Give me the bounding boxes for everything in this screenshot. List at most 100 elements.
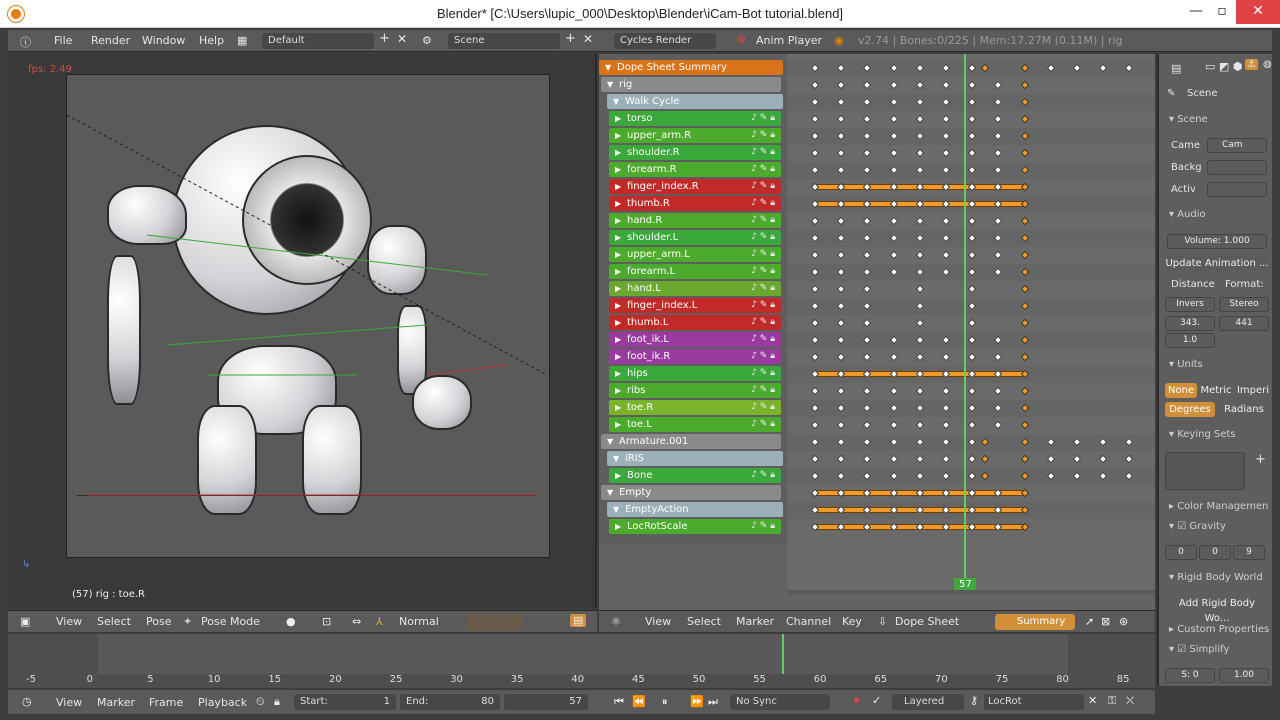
keyframe[interactable] [994,216,1003,226]
channel-row[interactable]: ▶ foot_ik.R ♪ ✎ 🔒︎ [609,349,781,364]
keyframe[interactable] [981,471,990,481]
keyframe[interactable] [915,131,925,141]
keyframe[interactable] [889,420,898,430]
keyframe[interactable] [889,403,898,413]
expand-icon[interactable]: ▶ [615,298,621,313]
keyframe[interactable] [967,165,977,175]
channel-row[interactable]: ▶ toe.L ♪ ✎ 🔒︎ [609,417,781,432]
expand-icon[interactable]: ▶ [615,366,621,381]
keyframe[interactable] [941,471,951,481]
radians-button[interactable]: Radians [1219,402,1269,417]
keyframe[interactable] [863,216,872,226]
next-key-icon[interactable]: ⏩ [690,695,704,708]
vp-menu-select[interactable]: Select [97,615,131,628]
keyframe[interactable] [1125,454,1134,464]
expand-icon[interactable]: ▶ [615,400,621,415]
keyframe[interactable] [836,250,846,260]
keyframe[interactable] [810,420,820,430]
orientation-selector[interactable]: Normal [399,615,439,628]
keying-sets-header[interactable]: ▾ Keying Sets [1169,429,1236,440]
keyframe[interactable] [994,97,1003,107]
keyframe-row[interactable] [787,383,1155,400]
props-editor-icon[interactable]: ▤ [1171,62,1181,75]
channel-row[interactable]: ▶ torso ♪ ✎ 🔒︎ [609,111,781,126]
channel-mute-lock-icon[interactable]: ♪ ✎ 🔒︎ [751,264,775,279]
keyframe[interactable] [1098,63,1108,73]
keyframe[interactable] [1020,454,1029,464]
keyframe[interactable] [1020,352,1029,362]
keyframe[interactable] [1020,80,1029,90]
keyframe[interactable] [994,131,1003,141]
keyframe[interactable] [889,233,898,243]
keyframe[interactable] [889,335,898,345]
keyframe-row[interactable] [787,417,1155,434]
keyframe[interactable] [810,318,820,328]
keyframe[interactable] [836,165,846,175]
keyframe[interactable] [915,216,925,226]
keyframe[interactable] [836,131,846,141]
keyframe[interactable] [1020,233,1029,243]
keyframe[interactable] [889,80,898,90]
keyframe[interactable] [863,420,872,430]
filter-icon[interactable]: ⊛ [1119,615,1128,628]
keyframe[interactable] [967,318,977,328]
keyframe[interactable] [967,420,977,430]
keyframe[interactable] [981,437,990,447]
rigid-world-header[interactable]: ▾ Rigid Body World [1169,572,1263,583]
keyframe-row[interactable] [787,247,1155,264]
close-button[interactable]: ✕ [1236,0,1280,24]
volume-field[interactable]: Volume: 1.000 [1167,234,1267,249]
scene-tab-icon[interactable]: ⚓ [1245,59,1258,70]
remove-layout-icon[interactable]: ✕ [397,32,407,46]
keyframe-row[interactable] [787,145,1155,162]
keyframe[interactable] [994,352,1003,362]
channel-mute-lock-icon[interactable]: ♪ ✎ 🔒︎ [751,349,775,364]
keyframe[interactable] [967,267,977,277]
expand-icon[interactable]: ▶ [615,383,621,398]
channel-row[interactable]: ▶ finger_index.R ♪ ✎ 🔒︎ [609,179,781,194]
scene-selector[interactable]: Scene [448,33,560,49]
lock-camera-icon[interactable]: ▤ [570,614,587,627]
keyframe[interactable] [889,165,898,175]
keyframe[interactable] [863,250,872,260]
simplify-subdiv-field[interactable]: S: 0 [1165,668,1215,683]
keyframe[interactable] [836,216,846,226]
keyframe[interactable] [967,352,977,362]
keyframe[interactable] [941,403,951,413]
keyframe[interactable] [863,80,872,90]
keyframe-row[interactable] [787,230,1155,247]
expand-icon[interactable]: ▼ [605,60,611,75]
keyframe[interactable] [863,301,872,311]
current-frame-field[interactable]: 57 [504,694,588,710]
keyframe[interactable] [836,63,846,73]
end-frame-field[interactable]: End: 80 [400,694,500,710]
keyframe[interactable] [1020,165,1029,175]
gravity-y-field[interactable]: 0 [1199,545,1231,560]
tl-menu-view[interactable]: View [56,696,82,709]
start-frame-field[interactable]: Start: 1 [294,694,396,710]
add-keying-set-icon[interactable]: + [1255,452,1266,467]
units-metric-button[interactable]: Metric [1199,383,1233,398]
keyframe[interactable] [941,165,951,175]
keyframe[interactable] [915,437,925,447]
delete-key-icon[interactable]: ⛌ [1126,694,1134,708]
keyframe[interactable] [915,250,925,260]
keyframe[interactable] [1046,63,1056,73]
keyframe[interactable] [863,148,872,158]
keyframe[interactable] [889,114,898,124]
keyframe[interactable] [941,420,951,430]
keyframe[interactable] [967,97,977,107]
keyframe[interactable] [810,386,820,396]
current-frame-line[interactable] [964,54,967,590]
scene-section-header[interactable]: ▾ Scene [1169,114,1208,125]
keyframe[interactable] [836,233,846,243]
tl-menu-frame[interactable]: Frame [149,696,183,709]
channel-mute-lock-icon[interactable]: ♪ ✎ 🔒︎ [751,145,775,160]
timeline-editor-icon[interactable]: ◷ [22,695,32,708]
channel-mute-lock-icon[interactable]: ♪ ✎ 🔒︎ [751,315,775,330]
insert-key-icon[interactable]: ⚿ [1108,694,1116,708]
channel-mute-lock-icon[interactable]: ♪ ✎ 🔒︎ [751,179,775,194]
keyframe[interactable] [810,233,820,243]
keyframe[interactable] [1020,386,1029,396]
menu-render[interactable]: Render [91,34,130,47]
